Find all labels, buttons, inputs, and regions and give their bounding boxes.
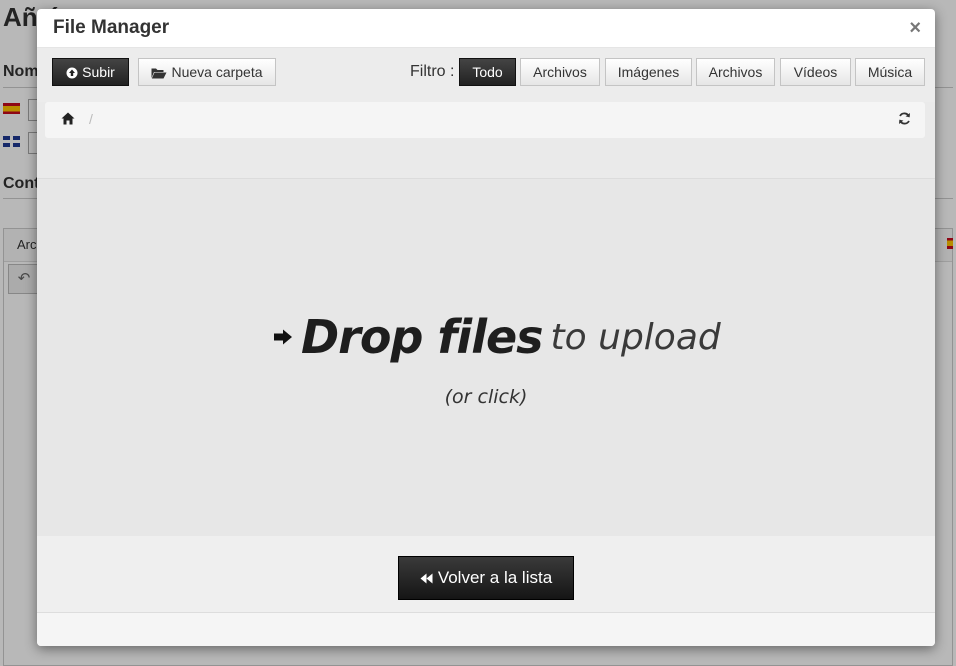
- filter-label: Filtro :: [410, 63, 455, 80]
- filter-videos-button[interactable]: Vídeos: [780, 58, 851, 86]
- breadcrumb-separator: /: [89, 111, 93, 127]
- arrow-right-icon: [274, 329, 292, 345]
- filter-images-button[interactable]: Imágenes: [605, 58, 692, 86]
- folder-open-icon: [151, 68, 167, 79]
- breadcrumb: /: [45, 102, 925, 138]
- back-to-list-label: Volver a la lista: [437, 568, 553, 587]
- dropzone-message: Drop files to upload: [273, 310, 721, 364]
- filter-files-button[interactable]: Archivos: [520, 58, 600, 86]
- filter-archives-button[interactable]: Archivos: [696, 58, 775, 86]
- home-icon[interactable]: [61, 112, 75, 125]
- modal-body: Subir Nueva carpeta Filtro : Todo Archiv…: [37, 48, 935, 612]
- toolbar: Subir Nueva carpeta Filtro : Todo Archiv…: [37, 48, 935, 102]
- file-manager-modal: File Manager × Subir Nueva carpeta Filtr…: [37, 9, 935, 646]
- upload-button-label: Subir: [82, 64, 115, 80]
- modal-title: File Manager: [53, 17, 170, 38]
- new-folder-button-label: Nueva carpeta: [171, 64, 263, 80]
- close-button[interactable]: ×: [909, 18, 921, 38]
- upload-icon: [66, 67, 78, 79]
- backward-icon: [420, 573, 433, 584]
- upload-button[interactable]: Subir: [52, 58, 129, 86]
- modal-footer: [37, 612, 935, 646]
- dropzone-subtext: (or click): [444, 386, 528, 408]
- dropzone-light-text: to upload: [550, 316, 721, 358]
- new-folder-button[interactable]: Nueva carpeta: [138, 58, 276, 86]
- back-to-list-button[interactable]: Volver a la lista: [398, 556, 574, 600]
- dropzone-strong-text: Drop files: [301, 310, 544, 364]
- refresh-icon[interactable]: [898, 112, 911, 125]
- modal-header: File Manager ×: [37, 9, 935, 48]
- action-bar: Volver a la lista: [37, 536, 935, 612]
- filter-music-button[interactable]: Música: [855, 58, 925, 86]
- dropzone[interactable]: Drop files to upload (or click): [37, 178, 935, 538]
- filter-all-button[interactable]: Todo: [459, 58, 516, 86]
